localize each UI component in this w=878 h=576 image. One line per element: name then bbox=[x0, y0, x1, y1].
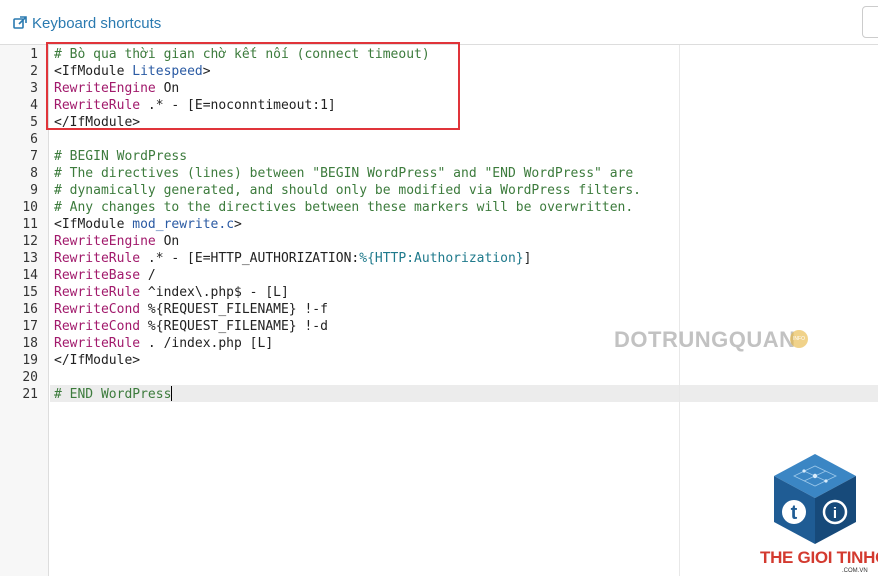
line-number: 5 bbox=[30, 115, 38, 130]
code-line[interactable]: RewriteRule .* - [E=HTTP_AUTHORIZATION:%… bbox=[54, 250, 531, 267]
line-number: 14 bbox=[22, 268, 38, 283]
line-number: 8 bbox=[30, 166, 38, 181]
line-number: 13 bbox=[22, 251, 38, 266]
code-token-comment: # Any changes to the directives between … bbox=[54, 200, 634, 215]
code-line[interactable]: RewriteRule ^index\.php$ - [L] bbox=[54, 284, 289, 301]
line-number: 9 bbox=[30, 183, 38, 198]
code-token-text: / bbox=[140, 268, 156, 283]
code-line[interactable]: # dynamically generated, and should only… bbox=[54, 182, 641, 199]
code-line[interactable]: RewriteRule . /index.php [L] bbox=[54, 335, 273, 352]
code-token-text: ] bbox=[523, 251, 532, 266]
code-token-attr: mod_rewrite.c bbox=[132, 217, 235, 232]
code-line[interactable]: # The directives (lines) between "BEGIN … bbox=[54, 165, 633, 182]
line-number: 20 bbox=[22, 370, 38, 385]
code-token-keyword: RewriteBase bbox=[54, 268, 141, 283]
tgt-cube-logo-icon: t i bbox=[774, 454, 856, 544]
code-token-keyword: RewriteEngine bbox=[54, 234, 156, 249]
svg-text:t: t bbox=[791, 502, 798, 524]
code-token-comment: # dynamically generated, and should only… bbox=[54, 183, 641, 198]
code-line[interactable]: # Any changes to the directives between … bbox=[54, 199, 633, 216]
code-line[interactable]: RewriteBase / bbox=[54, 267, 156, 284]
code-line[interactable]: </IfModule> bbox=[54, 352, 140, 369]
dotrungquan-badge: INFO bbox=[790, 330, 808, 348]
code-token-text: ^index\.php$ - [L] bbox=[140, 285, 289, 300]
annotation-highlight-box bbox=[46, 42, 460, 130]
code-token-tag: <IfModule bbox=[54, 217, 133, 232]
code-token-text: %{REQUEST_FILENAME} !-d bbox=[140, 319, 328, 334]
code-token-tag: </IfModule> bbox=[54, 353, 141, 368]
code-token-keyword: RewriteCond bbox=[54, 319, 141, 334]
code-token-comment: # The directives (lines) between "BEGIN … bbox=[54, 166, 634, 181]
line-number: 4 bbox=[30, 98, 38, 113]
code-line[interactable]: RewriteCond %{REQUEST_FILENAME} !-d bbox=[54, 318, 328, 335]
line-number: 12 bbox=[22, 234, 38, 249]
toolbar-button[interactable] bbox=[862, 6, 878, 38]
tgt-brand-domain: .COM.VN bbox=[842, 568, 868, 574]
code-line[interactable]: RewriteEngine On bbox=[54, 233, 179, 250]
code-token-keyword: RewriteRule bbox=[54, 336, 141, 351]
code-token-comment: # BEGIN WordPress bbox=[54, 149, 188, 164]
tgt-brand-name: THE GIOI TINHOC bbox=[760, 548, 878, 567]
keyboard-shortcuts-link[interactable]: Keyboard shortcuts bbox=[13, 13, 161, 33]
line-number: 7 bbox=[30, 149, 38, 164]
code-token-text: %{REQUEST_FILENAME} !-f bbox=[140, 302, 328, 317]
code-token-text: . /index.php [L] bbox=[140, 336, 274, 351]
code-token-tag: > bbox=[234, 217, 242, 232]
code-line[interactable]: # END WordPress bbox=[54, 386, 173, 403]
line-number: 21 bbox=[22, 387, 38, 402]
active-line-highlight bbox=[50, 385, 878, 402]
code-line[interactable]: <IfModule mod_rewrite.c> bbox=[54, 216, 242, 233]
code-token-var: %{HTTP:Authorization} bbox=[359, 251, 524, 266]
code-line[interactable]: # BEGIN WordPress bbox=[54, 148, 187, 165]
text-cursor bbox=[171, 386, 173, 401]
keyboard-shortcuts-label[interactable]: Keyboard shortcuts bbox=[32, 15, 161, 32]
line-number: 16 bbox=[22, 302, 38, 317]
line-number: 11 bbox=[22, 217, 38, 232]
print-margin-ruler bbox=[679, 45, 680, 576]
dotrungquan-watermark: DOTRUNGQUAN bbox=[614, 327, 796, 352]
line-number: 6 bbox=[30, 132, 38, 147]
line-number: 19 bbox=[22, 353, 38, 368]
code-token-comment: # END WordPress bbox=[54, 387, 172, 402]
code-token-text: On bbox=[155, 234, 180, 249]
line-number: 10 bbox=[22, 200, 38, 215]
code-line[interactable]: RewriteCond %{REQUEST_FILENAME} !-f bbox=[54, 301, 328, 318]
code-token-keyword: RewriteCond bbox=[54, 302, 141, 317]
external-link-icon bbox=[13, 16, 27, 29]
line-number: 18 bbox=[22, 336, 38, 351]
svg-text:i: i bbox=[833, 505, 837, 522]
code-token-text: .* - [E=HTTP_AUTHORIZATION: bbox=[140, 251, 360, 266]
editor-toolbar: Keyboard shortcuts bbox=[0, 0, 878, 45]
code-token-keyword: RewriteRule bbox=[54, 285, 141, 300]
line-number: 17 bbox=[22, 319, 38, 334]
line-number: 1 bbox=[30, 47, 38, 62]
line-number: 2 bbox=[30, 64, 38, 79]
line-number: 3 bbox=[30, 81, 38, 96]
line-number: 15 bbox=[22, 285, 38, 300]
code-token-keyword: RewriteRule bbox=[54, 251, 141, 266]
